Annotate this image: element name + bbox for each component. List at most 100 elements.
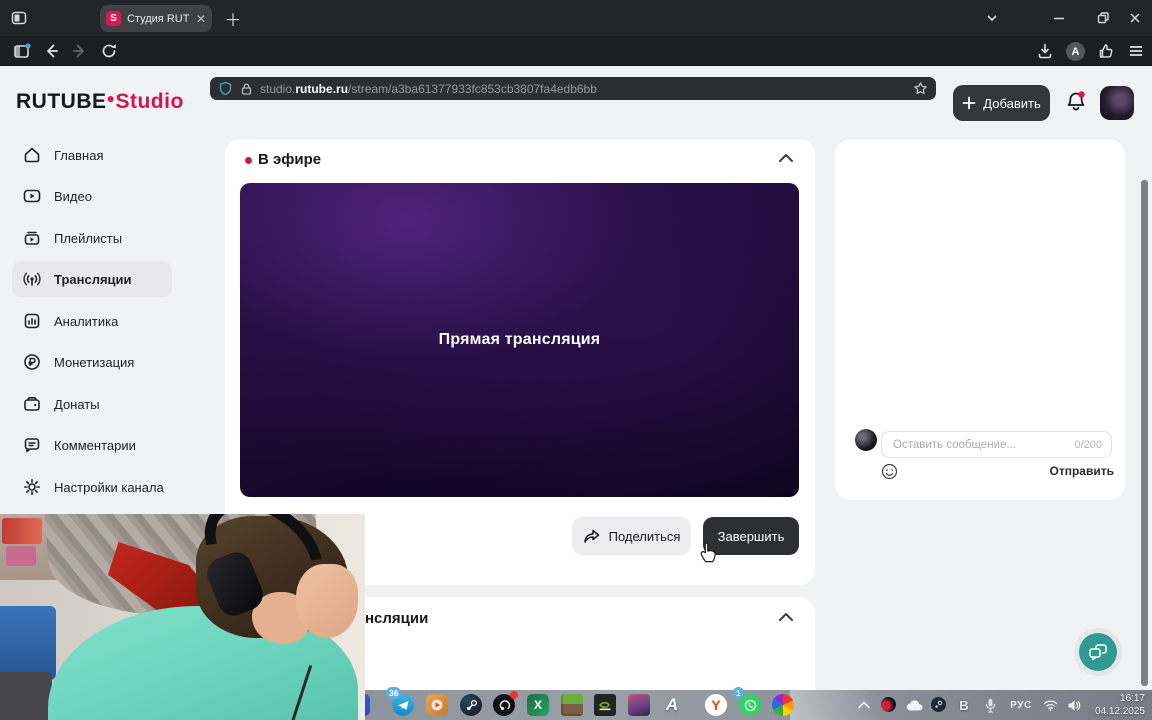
microphone-tray-icon[interactable] (983, 697, 997, 713)
minecraft-icon[interactable] (561, 694, 583, 716)
tab-title: Студия RUTUBE (127, 12, 190, 25)
recording-dot (510, 691, 518, 699)
menu-icon[interactable] (1128, 43, 1144, 59)
playlists-icon (22, 228, 42, 248)
back-icon[interactable] (42, 42, 60, 60)
steam-tray-icon[interactable] (931, 697, 946, 712)
sidebar-item-label: Комментарии (54, 437, 136, 453)
sidebar-item-label: Главная (54, 147, 104, 163)
taskbar-clock[interactable]: 16:17 04.12.2025 (1095, 692, 1145, 718)
rutube-studio-logo[interactable]: RUTUBE●Studio (16, 90, 184, 114)
notifications-bell-icon[interactable] (1064, 90, 1088, 116)
donations-icon (22, 394, 42, 414)
whatsapp-icon[interactable]: 1 (733, 687, 761, 716)
obs-icon[interactable] (493, 691, 518, 716)
page-scrollbar[interactable] (1141, 180, 1148, 686)
tab-close-icon[interactable]: ✕ (196, 12, 206, 26)
clock-date: 04.12.2025 (1094, 706, 1145, 717)
steam-icon[interactable] (460, 694, 482, 716)
webcam-blue-bin (0, 606, 56, 680)
clock-time: 16:17 (1119, 693, 1145, 704)
sidebar-item-label: Видео (54, 188, 92, 204)
tab-list-chevron-icon[interactable] (985, 11, 999, 25)
minimize-button[interactable] (1052, 11, 1066, 25)
sidebar-item-label: Настройки канала (54, 479, 164, 495)
profile-avatar-icon[interactable]: A (1066, 42, 1085, 61)
user-avatar[interactable] (1100, 86, 1134, 120)
like-icon[interactable] (1097, 42, 1115, 60)
wifi-tray-icon[interactable] (1042, 697, 1058, 713)
refresh-icon[interactable] (100, 42, 118, 60)
photo-app-icon[interactable] (628, 694, 650, 716)
telegram-badge: 36 (386, 687, 402, 699)
chat-message-input[interactable] (891, 437, 1069, 452)
a-letter: A (665, 695, 679, 714)
sidebar-item-playlisty[interactable]: Плейлисты (0, 220, 225, 256)
telegram-icon[interactable]: 36 (386, 687, 414, 716)
colors-app-icon[interactable] (772, 694, 794, 716)
url-bar[interactable]: studio. rutube.ru/stream/a3ba61377933fc85… (210, 77, 936, 100)
screen: S Студия RUTUBE ✕ ＋ (0, 0, 1152, 720)
sidebar-item-label: Монетизация (54, 354, 135, 370)
sidebar-item-glavnaya[interactable]: Главная (0, 137, 225, 173)
broadcast-icon (22, 269, 42, 289)
chat-input-wrap[interactable]: 0/200 (881, 431, 1112, 458)
tray-expand-chevron-icon[interactable] (856, 697, 872, 713)
bookmark-star-icon[interactable] (913, 81, 928, 96)
protect-shield-icon (218, 81, 233, 96)
webcam-red-box (2, 518, 42, 544)
support-chat-widget[interactable] (1074, 628, 1122, 676)
live-section-title: В эфире (258, 151, 322, 168)
chat-char-counter: 0/200 (1074, 438, 1102, 451)
whatsapp-badge: 1 (733, 687, 744, 699)
yandex-letter: Y (711, 697, 721, 713)
sidebar-item-analitika[interactable]: Аналитика (0, 303, 225, 339)
webcam-person-hand (296, 564, 358, 638)
volume-tray-icon[interactable] (1066, 697, 1082, 713)
sidebar-item-donaty[interactable]: Донаты (0, 386, 225, 422)
chat-send-button[interactable]: Отправить (1040, 464, 1114, 478)
new-tab-button[interactable]: ＋ (224, 9, 242, 30)
stream-preview-label: Прямая трансляция (438, 331, 601, 348)
battlenet-letter: B (959, 697, 969, 713)
gear-icon (22, 477, 42, 497)
stream-preview[interactable]: Прямая трансляция (240, 183, 799, 497)
cloud-tray-icon[interactable] (906, 697, 924, 713)
sidebar-toggle-icon[interactable] (12, 41, 32, 61)
a-app-icon[interactable]: A (661, 694, 683, 716)
forward-icon[interactable] (71, 42, 89, 60)
sidebar-item-label: Донаты (54, 396, 100, 412)
sidebar-item-nastroyki-kanala[interactable]: Настройки канала (0, 469, 225, 505)
live-collapse-chevron-icon[interactable] (778, 153, 794, 163)
close-button[interactable] (1128, 11, 1142, 25)
chat-widget-icon (1079, 633, 1117, 671)
sidebar-item-video[interactable]: Видео (0, 178, 225, 214)
webcam-pink-box (6, 546, 36, 566)
share-button[interactable]: Поделиться (572, 517, 691, 555)
downloads-icon[interactable] (1036, 42, 1054, 60)
excel-icon[interactable]: X (527, 694, 549, 716)
rutube-favicon: S (106, 11, 121, 26)
restore-button[interactable] (1096, 11, 1110, 25)
comments-icon (22, 435, 42, 455)
smiley-icon[interactable] (881, 463, 898, 480)
language-indicator[interactable]: РУС (1007, 697, 1035, 713)
sidebar-item-label: Аналитика (54, 313, 119, 329)
url-prefix: studio. (260, 81, 296, 96)
video-icon (22, 186, 42, 206)
tab-panel-icon[interactable] (10, 9, 28, 27)
sidebar-item-kommentarii[interactable]: Комментарии (0, 427, 225, 463)
media-player-icon[interactable] (426, 694, 448, 716)
browser-tab-bar: S Студия RUTUBE ✕ ＋ (0, 0, 1152, 36)
battlenet-tray-icon[interactable]: B (957, 697, 971, 713)
nvidia-icon[interactable] (594, 694, 616, 716)
yandex-browser-icon[interactable]: Y (705, 694, 727, 716)
sidebar-item-translyacii[interactable]: Трансляции (0, 261, 225, 297)
logo-accent-text: Studio (115, 90, 184, 113)
details-collapse-chevron-icon[interactable] (778, 612, 794, 622)
tray-app-icon[interactable] (881, 697, 896, 712)
browser-tab[interactable]: S Студия RUTUBE ✕ (100, 5, 212, 32)
add-button[interactable]: Добавить (953, 85, 1050, 121)
sidebar-item-monetizaciya[interactable]: Монетизация (0, 344, 225, 380)
chat-user-avatar (855, 429, 877, 451)
